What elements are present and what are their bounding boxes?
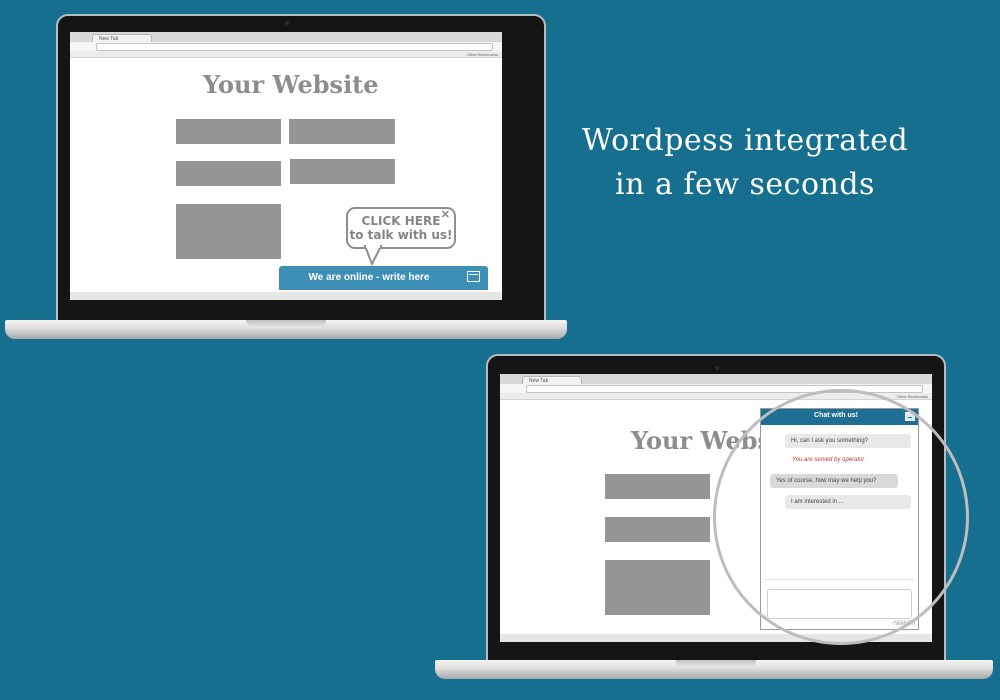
callout-line-1: CLICK HERE [361, 214, 441, 228]
content-placeholder-block [290, 159, 395, 184]
callout-line-2: to talk with us! [349, 228, 453, 242]
camera-dot [285, 21, 289, 25]
browser-tab[interactable]: New Tab [522, 376, 582, 384]
content-placeholder-block [605, 474, 710, 499]
camera-dot [715, 366, 719, 370]
laptop-1-hinge-notch [246, 320, 326, 328]
content-placeholder-block [605, 560, 710, 615]
content-placeholder-block [176, 161, 281, 186]
bookmarks-bar: Other Bookmarks [70, 51, 502, 58]
content-placeholder-block [289, 119, 395, 144]
headline-line-1: Wordpess integrated [581, 123, 909, 158]
callout-pointer [363, 245, 383, 267]
website-title: Your Website [203, 70, 379, 99]
magnifier-circle [713, 389, 969, 645]
browser-tab[interactable]: New Tab [92, 34, 152, 42]
laptop-2-hinge-notch [676, 660, 756, 668]
headline-line-2: in a few seconds [615, 167, 875, 202]
click-here-callout[interactable]: ✕ CLICK HERE to talk with us! [346, 207, 456, 249]
content-placeholder-block [176, 204, 281, 259]
window-icon[interactable] [467, 271, 480, 282]
address-bar[interactable] [96, 43, 493, 51]
browser-status-strip [70, 292, 502, 300]
content-placeholder-block [605, 517, 710, 542]
laptop-1-browser-window: New Tab Other Bookmarks Your Website [70, 32, 502, 300]
content-placeholder-block [176, 119, 281, 144]
chat-online-label: We are online - write here [308, 272, 430, 283]
chat-online-bar[interactable]: We are online - write here [279, 266, 488, 290]
